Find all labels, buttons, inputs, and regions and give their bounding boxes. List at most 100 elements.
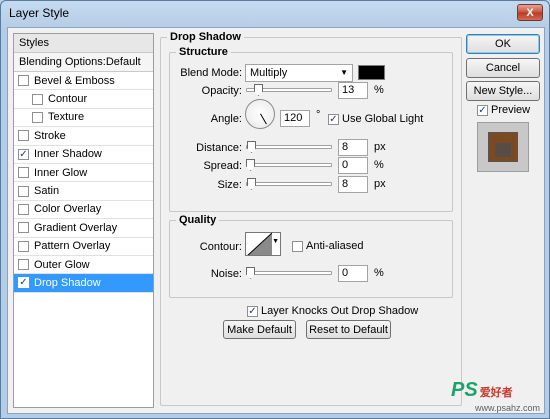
blending-options-item[interactable]: Blending Options:Default [14,53,153,72]
noise-input[interactable]: 0 [338,265,368,282]
watermark-chinese: 爱好者 [479,387,513,399]
watermark-logo: PS 爱好者 [451,379,513,402]
size-input[interactable]: 8 [338,176,368,193]
checkbox-icon[interactable] [18,240,29,252]
structure-group: Structure Blend Mode: Multiply ▼ Opacity… [169,46,453,212]
new-style-button[interactable]: New Style... [466,81,540,101]
close-icon: X [526,6,534,19]
angle-label: Angle: [210,113,242,125]
noise-label: Noise: [210,268,242,280]
drop-shadow-title: Drop Shadow [167,31,244,43]
style-item[interactable]: Pattern Overlay [14,238,153,256]
distance-slider[interactable] [246,141,332,153]
use-global-light-checkbox[interactable]: ✓ Use Global Light [328,112,423,126]
angle-needle [260,113,267,125]
distance-unit: px [374,141,386,153]
style-item[interactable]: Satin [14,182,153,201]
preview-checkbox[interactable]: ✓ Preview [477,103,530,117]
preview-label: Preview [491,104,531,116]
ok-button[interactable]: OK [466,34,540,54]
spread-unit: % [374,159,384,171]
style-item-label: Gradient Overlay [34,221,118,234]
distance-track [246,145,332,149]
window-title: Layer Style [9,6,70,20]
cancel-button[interactable]: Cancel [466,58,540,78]
opacity-input[interactable]: 13 [338,82,368,99]
noise-track [246,271,332,275]
styles-header[interactable]: Styles [14,34,153,53]
angle-input[interactable]: 120 [280,110,310,127]
style-item[interactable]: Stroke [14,127,153,146]
style-item[interactable]: Outer Glow [14,256,153,275]
style-item[interactable]: Contour [14,90,153,109]
checkbox-icon[interactable] [32,93,43,105]
style-item[interactable]: Bevel & Emboss [14,72,153,91]
checkbox-icon[interactable] [18,203,29,215]
reset-default-button[interactable]: Reset to Default [306,320,391,339]
size-thumb[interactable] [247,178,256,190]
contour-label: Contour: [199,241,242,253]
spread-slider[interactable] [246,159,332,171]
checkbox-icon[interactable] [18,222,29,234]
spread-thumb[interactable] [246,159,255,171]
style-item[interactable]: ✓ Drop Shadow [14,274,153,293]
dialog-body: Styles Blending Options:Default Bevel & … [7,27,545,414]
angle-unit: ° [316,109,321,121]
contour-curve-icon [247,233,273,255]
preview-swatch [489,133,517,161]
spread-track [246,163,332,167]
size-slider[interactable] [246,178,332,190]
blend-mode-select[interactable]: Multiply ▼ [245,64,353,82]
style-item-label: Contour [48,93,88,106]
style-item-label: Stroke [34,129,66,142]
make-default-label: Make Default [227,323,292,336]
make-default-button[interactable]: Make Default [223,320,296,339]
checkbox-check-icon[interactable]: ✓ [18,148,29,160]
style-item-label: Drop Shadow [34,276,101,289]
noise-unit: % [374,267,384,279]
style-item[interactable]: Color Overlay [14,201,153,220]
checkbox-check-icon: ✓ [328,113,339,125]
close-button[interactable]: X [517,4,543,21]
chevron-down-icon[interactable]: ▼ [272,238,279,245]
knocks-out-checkbox[interactable]: ✓ Layer Knocks Out Drop Shadow [247,304,418,318]
spread-input[interactable]: 0 [338,157,368,174]
checkbox-check-icon[interactable]: ✓ [18,277,29,289]
checkbox-icon[interactable] [18,167,29,179]
style-item[interactable]: Inner Glow [14,164,153,183]
quality-group: Quality Contour: ▼ Anti-aliased Noise: 0… [169,214,453,298]
distance-input[interactable]: 8 [338,139,368,156]
style-item[interactable]: Texture [14,109,153,128]
style-item[interactable]: ✓ Inner Shadow [14,146,153,164]
structure-title: Structure [176,46,231,58]
reset-default-label: Reset to Default [309,323,388,336]
noise-thumb[interactable] [246,267,255,279]
checkbox-icon[interactable] [18,185,29,197]
checkbox-icon[interactable] [32,111,43,123]
opacity-unit: % [374,84,384,96]
style-item-label: Inner Glow [34,166,88,179]
contour-picker[interactable]: ▼ [245,232,281,256]
angle-dial[interactable] [245,99,275,129]
opacity-slider[interactable] [246,84,332,96]
style-item-label: Texture [48,111,85,124]
opacity-thumb[interactable] [254,84,263,96]
shadow-color-swatch[interactable] [358,65,385,80]
checkbox-icon[interactable] [18,75,29,87]
noise-slider[interactable] [246,267,332,279]
distance-label: Distance: [196,142,242,154]
checkbox-icon[interactable] [18,130,29,142]
style-item-label: Pattern Overlay [34,240,111,253]
distance-thumb[interactable] [247,141,256,153]
checkbox-check-icon: ✓ [477,104,488,116]
blend-mode-label: Blend Mode: [180,67,242,79]
anti-aliased-checkbox[interactable]: Anti-aliased [292,239,363,253]
style-item-label: Color Overlay [34,203,102,216]
checkbox-icon[interactable] [18,259,29,271]
style-item-label: Outer Glow [34,258,90,271]
ok-label: OK [495,38,511,50]
spread-label: Spread: [203,160,242,172]
style-item[interactable]: Gradient Overlay [14,219,153,238]
style-item-label: Inner Shadow [34,148,102,161]
styles-list: Styles Blending Options:Default Bevel & … [13,33,154,408]
